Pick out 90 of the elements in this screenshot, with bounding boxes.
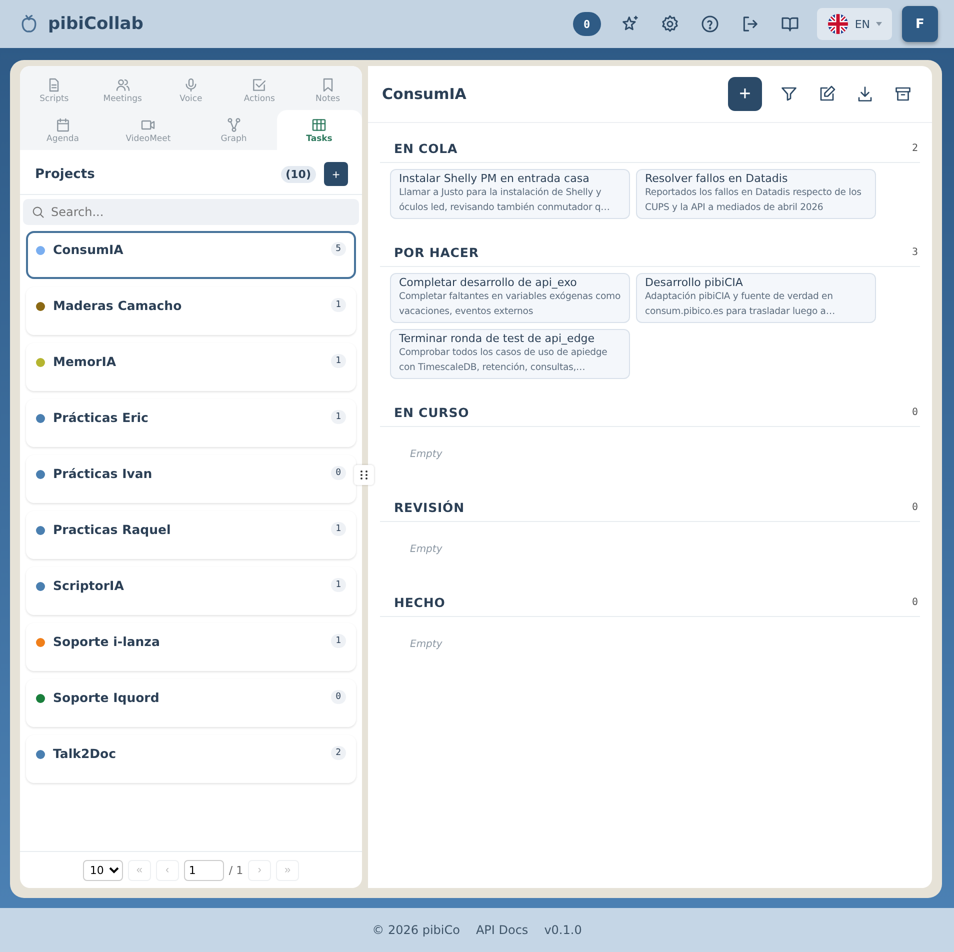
help-icon [700, 14, 720, 34]
edit-icon [818, 85, 836, 103]
column-count: 3 [912, 247, 918, 258]
task-count: 1 [330, 522, 346, 536]
project-item[interactable]: Soporte i-lanza 1 [26, 623, 356, 671]
task-title: Completar desarrollo de api_exo [399, 276, 578, 289]
empty-label: Empty [410, 639, 442, 650]
project-name: Maderas Camacho [53, 298, 183, 313]
api-docs-link[interactable]: API Docs [476, 923, 528, 937]
task-title: Instalar Shelly PM en entrada casa [399, 172, 590, 185]
resize-handle[interactable] [354, 465, 374, 485]
project-item[interactable]: Soporte Iquord 0 [26, 679, 356, 727]
copyright-text: © 2026 pibiCo [372, 923, 460, 937]
notification-badge[interactable]: 0 [572, 12, 601, 36]
task-count: 1 [330, 578, 346, 592]
task-count: 1 [330, 410, 346, 424]
drag-handle-icon [360, 470, 368, 480]
task-title: Resolver fallos en Datadis [645, 172, 789, 185]
project-count: (10) [280, 166, 316, 182]
task-description: Comprobar todos los casos de uso de apiedge con TimescaleDB, retención, consultas,… [399, 346, 608, 375]
page-input[interactable]: 1 [184, 860, 224, 880]
task-count: 0 [330, 690, 346, 704]
task-title: Terminar ronda de test de api_edge [399, 332, 596, 345]
project-item[interactable]: Maderas Camacho 1 [26, 287, 356, 335]
project-name: Prácticas Eric [53, 410, 150, 425]
project-name: Soporte Iquord [53, 690, 160, 705]
app-name: pibiCollab [48, 14, 144, 34]
user-avatar[interactable]: F [902, 6, 938, 42]
column-title: REVISIÓN [394, 500, 466, 515]
task-description: Llamar a Justo para la instalación de Shelly y óculos led, revisando también conmutador q… [399, 186, 611, 215]
download-icon [856, 85, 874, 103]
language-selector[interactable]: EN [816, 8, 892, 40]
project-name: MemorIA [53, 354, 118, 369]
task-count: 2 [330, 746, 346, 760]
task-description: Reportados los fallos en Datadis respecto de los CUPS y la API a mediados de abril 2026 [645, 186, 862, 215]
page-total: / 1 [228, 864, 244, 876]
project-name: ScriptorIA [53, 578, 125, 593]
task-title: Desarrollo pibiCIA [645, 276, 744, 289]
task-card[interactable]: Completar desarrollo de api_exo Completar faltantes en variables exógenas como vacaciones, eventos externos [390, 273, 630, 323]
task-count: 1 [330, 634, 346, 648]
column-count: 0 [912, 597, 918, 608]
board-title: ConsumIA [382, 85, 468, 103]
graph-nodes-icon [226, 116, 242, 132]
column-title: POR HACER [394, 245, 480, 260]
project-name: Practicas Raquel [53, 522, 172, 537]
empty-label: Empty [410, 449, 442, 460]
search-field[interactable]: Search... [23, 199, 359, 225]
tab[interactable]: Tasks [276, 110, 362, 150]
column-title: EN CURSO [394, 405, 470, 420]
panel-title: Projects [35, 166, 96, 182]
task-card[interactable]: Desarrollo pibiCIA Adaptación pibiCIA y fuente de verdad en consum.pibico.es para trasladar luego a… [636, 273, 876, 323]
task-count: 5 [330, 242, 346, 256]
project-item[interactable]: ConsumIA 5 [26, 231, 356, 279]
table-icon [311, 116, 328, 132]
project-name: Soporte i-lanza [53, 634, 161, 649]
column-title: EN COLA [394, 141, 459, 156]
filter-icon [780, 85, 798, 103]
task-card[interactable]: Resolver fallos en Datadis Reportados los fallos en Datadis respecto de los CUPS y la API a mediados de abril 2026 [636, 169, 876, 219]
checkbox-icon [251, 76, 268, 92]
task-count: 1 [330, 354, 346, 368]
task-card[interactable]: Terminar ronda de test de api_edge Comprobar todos los casos de uso de apiedge con TimescaleDB, retención, consultas,… [390, 329, 630, 379]
task-description: Adaptación pibiCIA y fuente de verdad en consum.pibico.es para trasladar luego a… [645, 290, 836, 319]
project-name: Prácticas Ivan [53, 466, 154, 481]
page-size-select[interactable]: 10 [82, 860, 123, 880]
task-description: Completar faltantes en variables exógenas como vacaciones, eventos externos [399, 290, 621, 319]
people-icon [114, 76, 131, 92]
project-name: Talk2Doc [53, 746, 118, 761]
archive-icon [894, 85, 912, 103]
calendar-icon [54, 116, 71, 132]
add-project-button[interactable]: + [324, 162, 348, 186]
column-count: 0 [912, 502, 918, 513]
flag-icon [826, 13, 849, 35]
caret-icon [876, 22, 882, 26]
settings-icon [660, 14, 680, 34]
column-count: 2 [912, 143, 918, 154]
project-item[interactable]: Practicas Raquel 1 [26, 511, 356, 559]
project-item[interactable]: Prácticas Ivan 0 [26, 455, 356, 503]
column-title: HECHO [394, 595, 446, 610]
column-count: 0 [912, 407, 918, 418]
task-card[interactable]: Instalar Shelly PM en entrada casa Llamar a Justo para la instalación de Shelly y óculos led, revisando también conmutador q… [390, 169, 630, 219]
add-task-button[interactable]: + [728, 77, 762, 111]
task-count: 1 [330, 298, 346, 312]
project-item[interactable]: ScriptorIA 1 [26, 567, 356, 615]
project-name: ConsumIA [53, 242, 124, 257]
project-item[interactable]: MemorIA 1 [26, 343, 356, 391]
project-item[interactable]: Talk2Doc 2 [26, 735, 356, 783]
project-item[interactable]: Prácticas Eric 1 [26, 399, 356, 447]
task-count: 0 [330, 466, 346, 480]
version-text: v0.1.0 [544, 923, 582, 937]
empty-label: Empty [410, 544, 442, 555]
